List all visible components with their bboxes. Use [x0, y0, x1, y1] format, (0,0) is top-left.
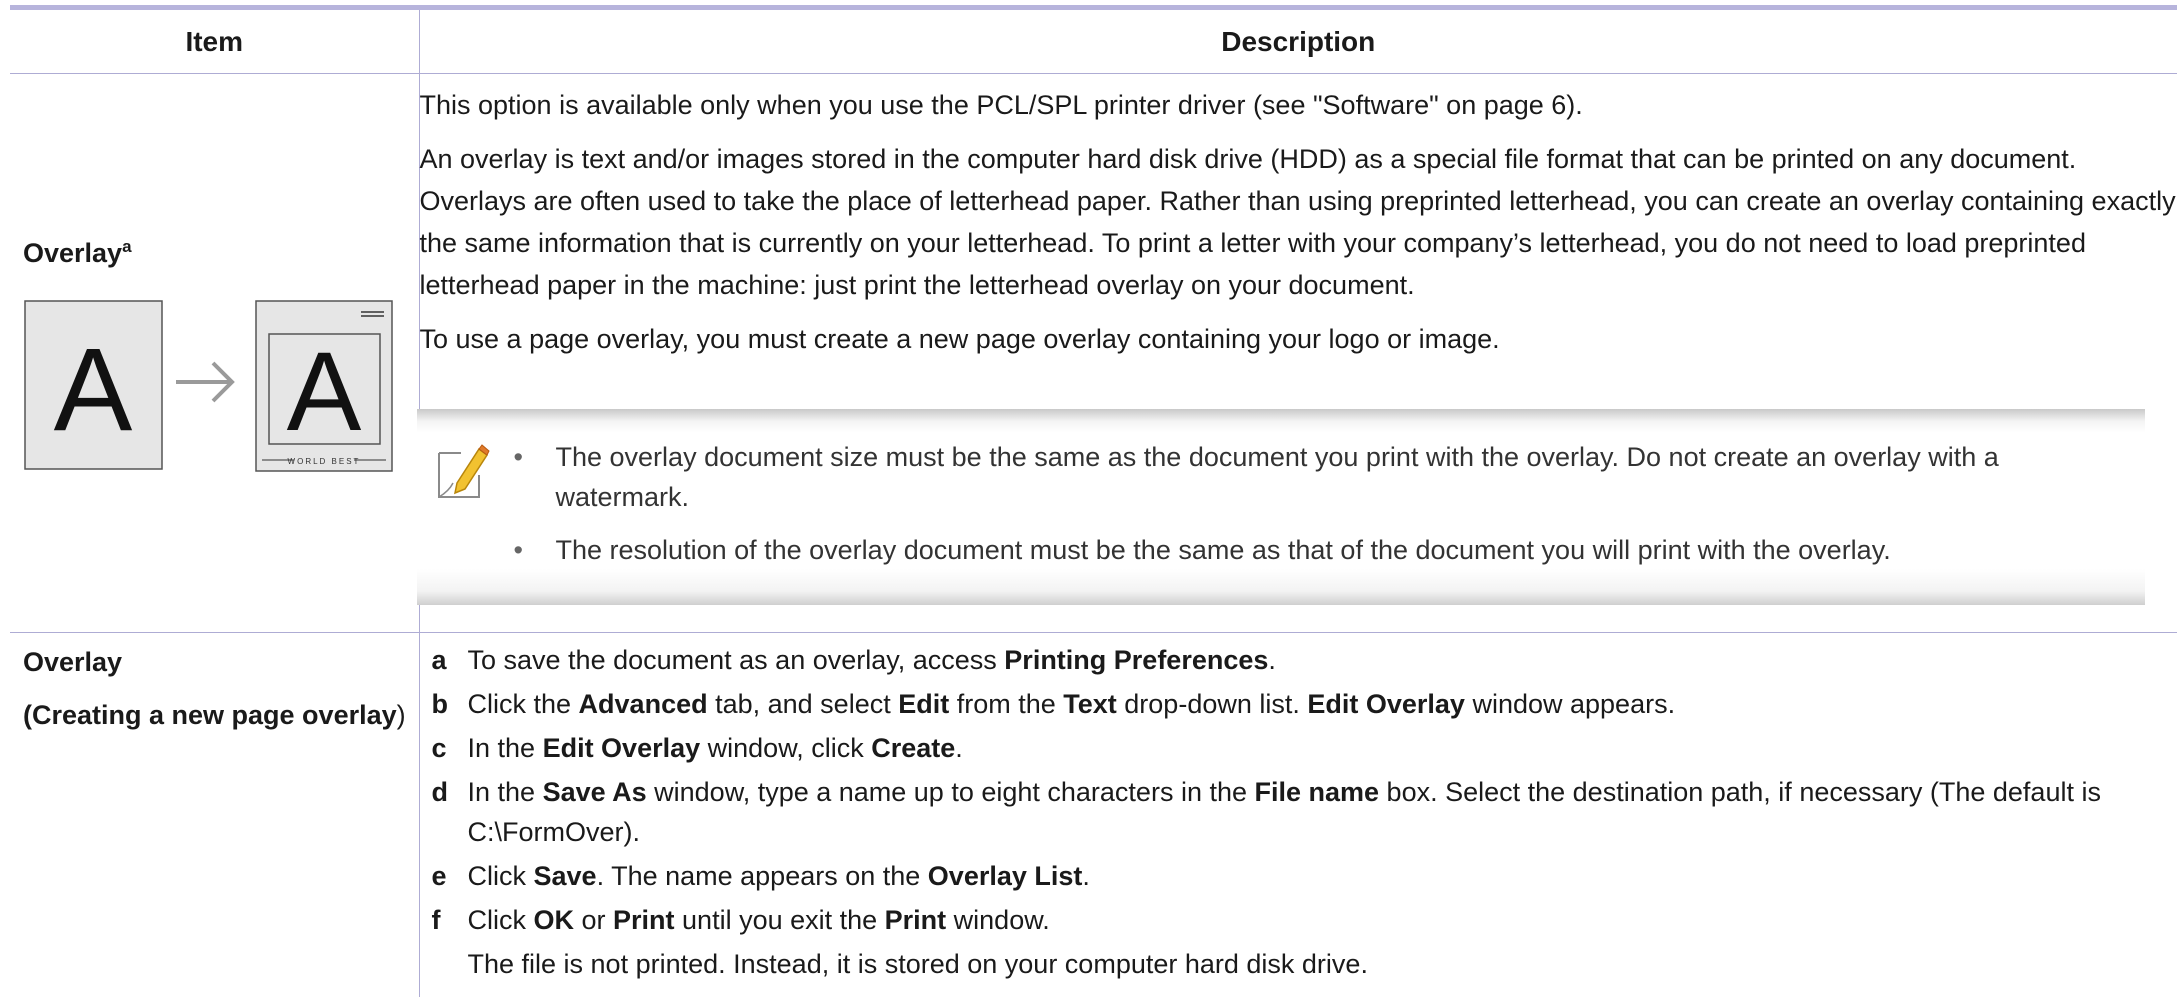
result-letter: A	[287, 329, 362, 454]
source-letter: A	[54, 324, 133, 456]
step-letter: f	[432, 900, 468, 940]
row1-item-cell: Overlaya A A WORLD BEST	[10, 74, 419, 633]
result-footer-text: WORLD BEST	[288, 457, 361, 466]
row1-description-cell: This option is available only when you u…	[419, 74, 2177, 633]
note-item-text: The overlay document size must be the sa…	[556, 442, 1999, 512]
steps-list: aTo save the document as an overlay, acc…	[432, 640, 2166, 984]
table-row: Overlay (Creating a new page overlay) aT…	[10, 633, 2177, 997]
note-item: •The resolution of the overlay document …	[514, 530, 2125, 570]
note-list: •The overlay document size must be the s…	[514, 437, 2125, 583]
note-box: •The overlay document size must be the s…	[417, 409, 2145, 605]
availability-text: This option is available only when you u…	[420, 74, 2177, 126]
step-text: The file is not printed. Instead, it is …	[468, 944, 2166, 984]
step-letter: d	[432, 772, 468, 852]
step-letter	[432, 944, 468, 984]
step-item: fClick OK or Print until you exit the Pr…	[432, 900, 2166, 940]
step-text: Click the Advanced tab, and select Edit …	[468, 684, 2166, 724]
page-overlay-text: To use a page overlay, you must create a…	[420, 318, 2177, 360]
header-description: Description	[419, 10, 2177, 74]
row2-item-cell: Overlay (Creating a new page overlay)	[10, 633, 419, 997]
step-text: To save the document as an overlay, acce…	[468, 640, 2166, 680]
overlay-table: Item Description Overlaya A	[10, 10, 2177, 997]
row1-item-title: Overlaya	[23, 237, 132, 269]
row2-item-subtitle: (Creating a new page overlay)	[23, 695, 419, 735]
step-item: bClick the Advanced tab, and select Edit…	[432, 684, 2166, 724]
step-letter: e	[432, 856, 468, 896]
step-text: In the Save As window, type a name up to…	[468, 772, 2166, 852]
table-row: Overlaya A A WORLD BEST	[10, 74, 2177, 633]
header-item: Item	[10, 10, 419, 74]
overlay-definition-text: An overlay is text and/or images stored …	[420, 138, 2177, 306]
row2-item-title: Overlay	[23, 642, 419, 682]
note-item-text: The resolution of the overlay document m…	[556, 535, 1891, 565]
step-item: aTo save the document as an overlay, acc…	[432, 640, 2166, 680]
step-item: The file is not printed. Instead, it is …	[432, 944, 2166, 984]
note-pencil-icon	[435, 443, 491, 501]
table-header-row: Item Description	[10, 10, 2177, 74]
row2-steps-cell: aTo save the document as an overlay, acc…	[419, 633, 2177, 997]
step-letter: b	[432, 684, 468, 724]
row1-item-label: Overlay	[23, 238, 122, 268]
footnote-marker: a	[122, 237, 131, 256]
note-item: •The overlay document size must be the s…	[514, 437, 2125, 517]
step-text: In the Edit Overlay window, click Create…	[468, 728, 2166, 768]
step-item: cIn the Edit Overlay window, click Creat…	[432, 728, 2166, 768]
step-text: Click Save. The name appears on the Over…	[468, 856, 2166, 896]
overlay-illustration: A A WORLD BEST	[24, 300, 394, 472]
step-item: eClick Save. The name appears on the Ove…	[432, 856, 2166, 896]
arrow-right-icon	[176, 363, 232, 401]
step-letter: a	[432, 640, 468, 680]
step-item: dIn the Save As window, type a name up t…	[432, 772, 2166, 852]
step-letter: c	[432, 728, 468, 768]
step-text: Click OK or Print until you exit the Pri…	[468, 900, 2166, 940]
